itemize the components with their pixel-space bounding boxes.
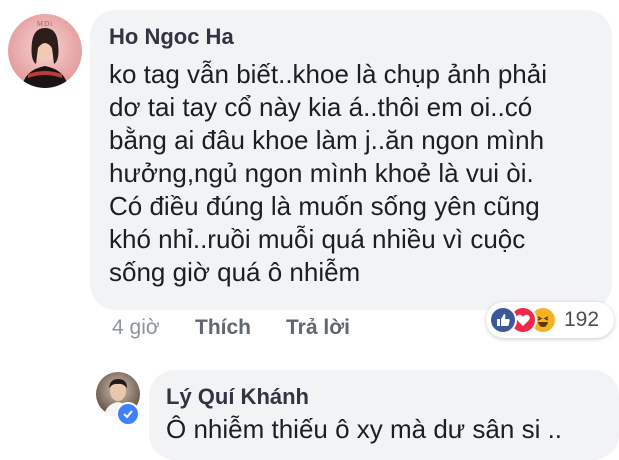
comment-line: Có điều đúng là muốn sống yên cũng [109,191,540,221]
like-button[interactable]: Thích [195,316,251,340]
comment-line: ko tag vẫn biết..khoe là chụp ảnh phải [109,59,547,89]
reply-text: Ô nhiễm thiếu ô xy mà dư sân si .. [166,414,563,444]
comment-line: dơ tai tay cổ này kia á..thôi em oi..có [109,92,533,122]
comment-line: bằng ai đâu khoe làm j..ăn ngon mình [109,125,545,155]
comment-author[interactable]: Ho Ngoc Ha [109,24,234,50]
avatar-logo-text: MDi [36,20,54,28]
verified-badge-icon [116,402,140,426]
avatar[interactable]: MDi [8,14,82,88]
comment-line: sống giờ quá ô nhiễm [109,257,361,287]
comment-timestamp[interactable]: 4 giờ [112,316,160,339]
reaction-count: 192 [564,308,600,331]
comment-actions: 4 giờ Thích Trả lời [112,316,350,340]
comment-text: ko tag vẫn biết..khoe là chụp ảnh phải d… [109,58,609,289]
reactions-summary[interactable]: 192 [486,302,614,338]
reply-author[interactable]: Lý Quí Khánh [166,384,309,410]
reply-button[interactable]: Trả lời [286,316,350,340]
like-icon [489,306,517,334]
comment-line: hưởng,ngủ ngon mình khoẻ là vui òi. [109,158,534,188]
comment-line: khó nhỉ..ruồi muỗi quá nhiều vì cuộc [109,224,526,254]
